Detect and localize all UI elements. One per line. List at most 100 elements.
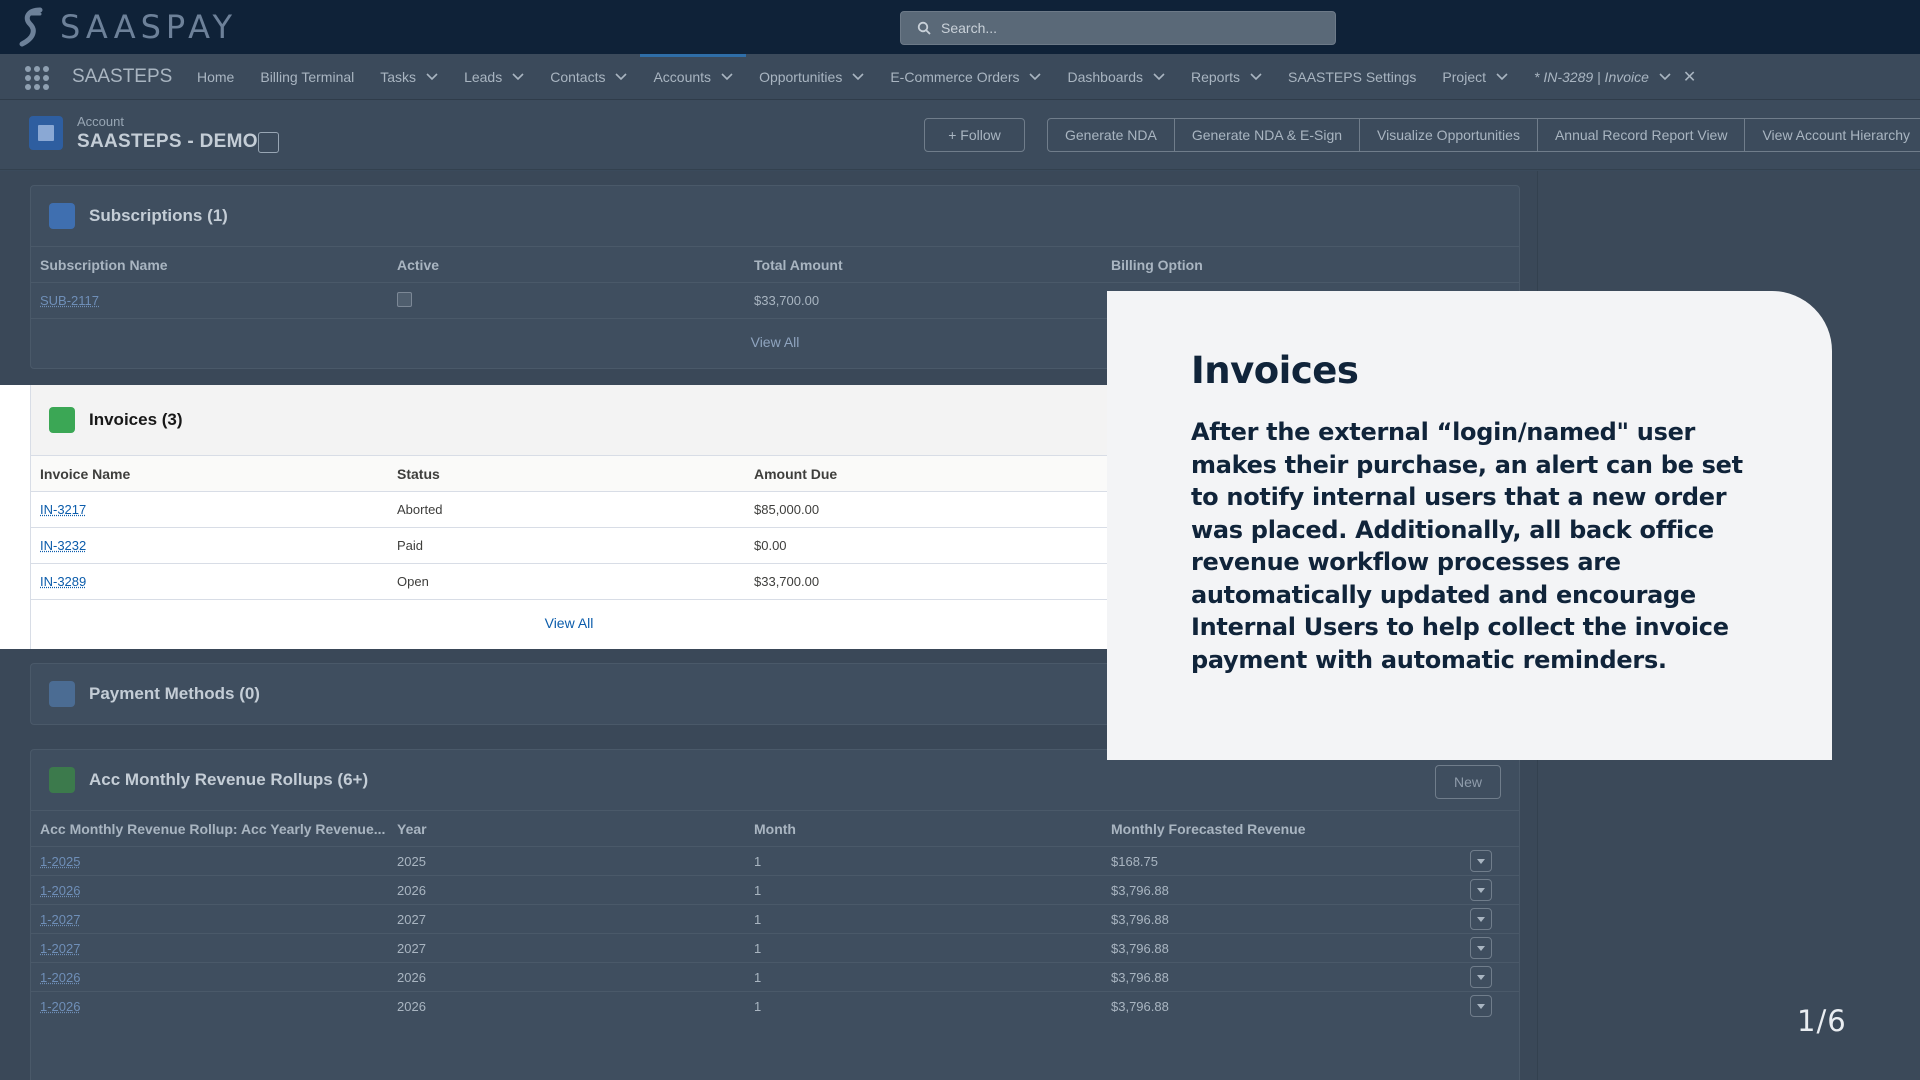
row-actions-dropdown[interactable] [1470, 995, 1492, 1017]
table-row: IN-3217 Aborted $85,000.00 [31, 491, 1107, 527]
follow-button[interactable]: + Follow [924, 118, 1025, 152]
rollup-month: 1 [754, 853, 762, 869]
chevron-down-icon[interactable] [1153, 73, 1165, 81]
chevron-down-icon[interactable] [1250, 73, 1262, 81]
column-header[interactable]: Invoice Name [31, 466, 388, 482]
amount-due: $85,000.00 [754, 502, 820, 517]
app-launcher-icon[interactable] [25, 66, 49, 90]
action-button[interactable]: Annual Record Report View [1537, 118, 1746, 152]
global-search[interactable] [900, 11, 1336, 45]
nav-tab[interactable]: Contacts [537, 54, 640, 100]
invoices-view-all[interactable]: View All [31, 599, 1107, 645]
nav-tab[interactable]: Billing Terminal [247, 54, 367, 100]
invoice-link[interactable]: IN-3289 [40, 574, 86, 589]
row-actions-dropdown[interactable] [1470, 937, 1492, 959]
nav-tab[interactable]: Dashboards [1054, 54, 1178, 100]
nav-tab-label: Billing Terminal [260, 69, 355, 85]
record-actions: Generate NDA Generate NDA & E-Sign Visuali… [1047, 118, 1920, 152]
rollup-link[interactable]: 1-2026 [40, 883, 80, 898]
rollup-year: 2026 [397, 969, 426, 985]
rollup-revenue: $3,796.88 [1111, 882, 1169, 898]
rollup-revenue: $168.75 [1111, 853, 1158, 869]
column-header[interactable]: Monthly Forecasted Revenue [1102, 821, 1432, 837]
chevron-down-icon[interactable] [721, 73, 733, 81]
logo-text: SAASPAY [60, 8, 238, 46]
invoice-link[interactable]: IN-3217 [40, 502, 86, 517]
rollup-link[interactable]: 1-2026 [40, 970, 80, 985]
rollup-link[interactable]: 1-2025 [40, 854, 80, 869]
open-tab-label: * IN-3289 | Invoice [1534, 69, 1649, 85]
nav-tab-label: Reports [1190, 69, 1241, 85]
row-actions-dropdown[interactable] [1470, 879, 1492, 901]
nav-tab-label: Tasks [380, 69, 417, 85]
row-actions-dropdown[interactable] [1470, 850, 1492, 872]
search-input[interactable] [941, 20, 1321, 36]
nav-tab[interactable]: Reports [1178, 54, 1275, 100]
nav-tab-label: Accounts [653, 69, 712, 85]
invoice-link[interactable]: IN-3232 [40, 538, 86, 553]
invoices-header-row: Invoice Name Status Amount Due [31, 455, 1107, 491]
column-header[interactable]: Acc Monthly Revenue Rollup: Acc Yearly R… [31, 821, 388, 837]
hierarchy-icon[interactable] [258, 132, 279, 153]
rollup-revenue: $3,796.88 [1111, 940, 1169, 956]
table-row: 1-2026 2026 1 $3,796.88 [31, 875, 1519, 904]
column-header[interactable]: Active [388, 257, 745, 273]
column-header[interactable]: Billing Option [1102, 257, 1432, 273]
search-icon [917, 21, 931, 35]
action-button[interactable]: View Account Hierarchy [1745, 118, 1920, 152]
chevron-down-icon[interactable] [426, 73, 438, 81]
nav-tab[interactable]: Leads [451, 54, 537, 100]
action-button[interactable]: Visualize Opportunities [1360, 118, 1538, 152]
chevron-down-icon[interactable] [615, 73, 628, 81]
nav-tab[interactable]: Accounts [640, 54, 746, 100]
nav-tab[interactable]: E-Commerce Orders [877, 54, 1054, 100]
nav-tab[interactable]: Home [184, 54, 247, 100]
nav-tab[interactable]: Tasks [367, 54, 451, 100]
column-header[interactable]: Amount Due [745, 466, 1102, 482]
column-header[interactable]: Subscription Name [31, 257, 388, 273]
nav-tab[interactable]: Project [1429, 54, 1521, 100]
chevron-down-icon[interactable] [852, 73, 864, 81]
nav-tabs: Home Billing Terminal Tasks Leads Contacts Ac… [184, 54, 1709, 100]
chevron-down-icon[interactable] [512, 73, 524, 81]
subscription-link[interactable]: SUB-2117 [40, 293, 99, 308]
record-title: SAASTEPS - DEMO [77, 131, 258, 152]
table-row: 1-2027 2027 1 $3,796.88 [31, 933, 1519, 962]
action-button[interactable]: Generate NDA [1047, 118, 1175, 152]
close-icon[interactable]: ✕ [1683, 67, 1696, 87]
rollup-link[interactable]: 1-2027 [40, 941, 80, 956]
callout-title: Invoices [1191, 349, 1359, 392]
rollups-rows: 1-2025 2025 1 $168.75 1-2026 2026 1 $3,796.88 1-… [31, 846, 1519, 1020]
column-header[interactable]: Total Amount [745, 257, 1102, 273]
new-button[interactable]: New [1435, 765, 1501, 799]
rollup-month: 1 [754, 998, 762, 1014]
rollup-icon [49, 767, 75, 793]
row-actions-dropdown[interactable] [1470, 966, 1492, 988]
rollup-link[interactable]: 1-2026 [40, 999, 80, 1014]
row-actions-dropdown[interactable] [1470, 908, 1492, 930]
rollup-revenue: $3,796.88 [1111, 998, 1169, 1014]
open-record-tab[interactable]: * IN-3289 | Invoice ✕ [1521, 54, 1709, 100]
active-checkbox [397, 291, 412, 307]
rollup-revenue: $3,796.88 [1111, 911, 1169, 927]
invoices-title: Invoices (3) [89, 410, 183, 429]
chevron-down-icon[interactable] [1029, 73, 1042, 81]
subscriptions-header-row: Subscription Name Active Total Amount Bi… [31, 246, 1519, 282]
column-header[interactable]: Status [388, 466, 745, 482]
amount-due: $0.00 [754, 538, 787, 553]
nav-tab[interactable]: Opportunities [746, 54, 877, 100]
app-logo[interactable]: SAASPAY [14, 6, 237, 48]
nav-tab-label: E-Commerce Orders [890, 69, 1020, 85]
rollup-link[interactable]: 1-2027 [40, 912, 80, 927]
action-button[interactable]: Generate NDA & E-Sign [1174, 118, 1361, 152]
column-header[interactable]: Year [388, 821, 745, 837]
nav-tab-label: Project [1442, 69, 1486, 85]
rollup-month: 1 [754, 911, 762, 927]
app-name: SAASTEPS [72, 66, 173, 87]
column-header[interactable]: Month [745, 821, 1102, 837]
chevron-down-icon[interactable] [1496, 73, 1508, 81]
rollups-header-row: Acc Monthly Revenue Rollup: Acc Yearly R… [31, 810, 1519, 846]
invoice-icon [49, 407, 75, 433]
nav-tab[interactable]: SAASTEPS Settings [1275, 54, 1429, 100]
chevron-down-icon[interactable] [1659, 73, 1671, 81]
